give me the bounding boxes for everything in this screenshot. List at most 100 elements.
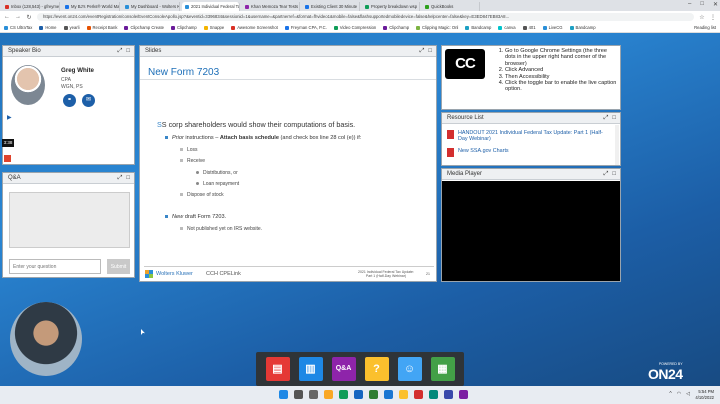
bookmark-item[interactable]: Awesome Screenshot — [231, 25, 278, 30]
taskbar: ^ ◠ ◁ 5:54 PM 4/10/2022 — [0, 386, 720, 404]
mail-icon[interactable]: ✉ — [82, 94, 95, 107]
bookmark-item[interactable]: LiveCG — [542, 25, 563, 30]
bookmark-item[interactable]: Home — [39, 25, 57, 30]
reading-list[interactable]: Reading list — [694, 25, 716, 30]
bookmark-item[interactable]: Clipchamp Create — [124, 25, 164, 30]
slide-subitem: Loan repayment — [196, 181, 239, 187]
back-icon[interactable]: ← — [4, 14, 10, 20]
resource-item[interactable]: HANDOUT 2021 Individual Federal Tax Upda… — [447, 130, 612, 142]
window-icon[interactable]: □ — [612, 113, 616, 124]
submit-button[interactable]: Submit — [107, 259, 130, 274]
app-icon[interactable] — [399, 390, 408, 399]
bookmark-item[interactable]: Bandcamp — [569, 25, 596, 30]
play-icon[interactable]: ▶ — [7, 114, 12, 121]
bookmark-item[interactable]: Receipt Bank — [86, 25, 117, 30]
tab-favicon-icon — [125, 4, 129, 9]
window-icon[interactable]: □ — [126, 173, 130, 184]
bookmark-icon — [465, 25, 470, 30]
browser-tab[interactable]: Existing Client 30 Minute — [302, 2, 360, 11]
reload-icon[interactable]: ↻ — [26, 14, 32, 21]
browser-tab[interactable]: 2021 Individual Federal Ta — [182, 2, 240, 11]
window-icon[interactable]: □ — [428, 46, 432, 57]
star-icon[interactable]: ☆ — [699, 14, 705, 21]
resource-item[interactable]: New SSA.gov Charts — [447, 148, 612, 157]
app-icon[interactable] — [429, 390, 438, 399]
browser-tab[interactable]: Property breakdown wsp — [362, 2, 420, 11]
task-view-icon[interactable] — [309, 390, 318, 399]
wifi-icon[interactable]: ◠ — [677, 391, 681, 397]
dock-speaker-button[interactable]: ▥ — [298, 357, 323, 381]
search-icon[interactable] — [294, 390, 303, 399]
dock-resources-button[interactable]: ▦ — [430, 357, 455, 381]
bookmark-item[interactable]: yearli — [63, 25, 80, 30]
clock[interactable]: 5:54 PM 4/10/2022 — [695, 389, 714, 400]
outlook-icon[interactable] — [354, 390, 363, 399]
dock-bio-button[interactable]: ☺ — [397, 357, 422, 381]
tab-label: My BJ's Perks® World Mast — [71, 4, 120, 9]
speaker-credential: CPA — [61, 77, 71, 83]
dock-qa-button[interactable]: Q&A — [331, 357, 356, 381]
video-area[interactable] — [442, 181, 620, 281]
dock-slides-button[interactable]: ▤ — [265, 357, 290, 381]
app-icon[interactable] — [414, 390, 423, 399]
panel-title: Q&A — [8, 175, 21, 181]
maximize-icon[interactable]: ⤢ — [118, 173, 123, 184]
stop-icon[interactable] — [4, 155, 11, 162]
dock-help-button[interactable]: ? — [364, 357, 389, 381]
maximize-icon[interactable]: ⤢ — [420, 46, 425, 57]
window-icon[interactable]: □ — [612, 169, 616, 180]
bullet-text: S corp shareholders would show their com… — [161, 120, 356, 129]
browser-tab[interactable]: My Dashboard - Wolters K — [122, 2, 180, 11]
chevron-up-icon[interactable]: ^ — [669, 391, 671, 397]
bookmark-item[interactable]: CS UltraTax — [4, 25, 32, 30]
app-icon[interactable] — [459, 390, 468, 399]
browser-tab[interactable]: QuickBooks — [422, 2, 480, 11]
app-icon[interactable] — [444, 390, 453, 399]
start-icon[interactable] — [279, 390, 288, 399]
tab-favicon-icon — [245, 4, 249, 9]
volume-icon[interactable]: ◁ — [686, 391, 690, 397]
maximize-icon[interactable]: ⤢ — [604, 113, 609, 124]
page-number: 21 — [426, 272, 430, 276]
browser-tab[interactable]: Khan Memoza Tear Tests — [242, 2, 300, 11]
scrollbar[interactable] — [615, 125, 619, 165]
minimize-icon[interactable]: – — [688, 1, 691, 8]
chrome-icon[interactable] — [339, 390, 348, 399]
speaker-bio-panel: Speaker Bio ⤢ □ Greg White CPA WGN, PS ⚭ … — [2, 45, 135, 165]
bookmark-item[interactable]: Clipchamp — [383, 25, 409, 30]
question-input[interactable] — [9, 259, 101, 274]
bookmark-item[interactable]: Bandcamp — [465, 25, 491, 30]
maximize-icon[interactable]: ⤢ — [118, 46, 123, 57]
bookmark-item[interactable]: Clipping Magic: Onl — [416, 25, 458, 30]
url-field[interactable]: https://event.on24.com/eventRegistration… — [37, 13, 694, 21]
wolters-kluwer-logo: Wolters Kluwer — [145, 270, 193, 278]
bookmark-item[interactable]: Video Compression — [333, 25, 376, 30]
bookmark-item[interactable]: canva — [498, 25, 516, 30]
browser-tab[interactable]: My BJ's Perks® World Mast — [62, 2, 120, 11]
step: Click the toggle bar to enable the live … — [505, 80, 618, 93]
forward-icon[interactable]: → — [15, 14, 21, 20]
bookmark-item[interactable]: Snappe — [203, 25, 224, 30]
tab-label: Existing Client 30 Minute — [311, 4, 358, 9]
close-icon[interactable]: ✕ — [713, 1, 718, 8]
mouse-cursor-icon — [141, 329, 145, 335]
slide-bullet: SS corp shareholders would show their co… — [157, 120, 356, 129]
bookmark-item[interactable]: 401 — [522, 25, 536, 30]
file-explorer-icon[interactable] — [324, 390, 333, 399]
slide-item: Loss — [180, 147, 198, 153]
maximize-icon[interactable]: □ — [700, 1, 704, 8]
elapsed-time: 3:38 — [2, 139, 14, 147]
window-icon[interactable]: □ — [126, 46, 130, 57]
bookmark-icon — [522, 25, 527, 30]
tab-favicon-icon — [305, 4, 309, 9]
bookmark-item[interactable]: Clipchamp — [170, 25, 197, 30]
bookmark-item[interactable]: Freyman CPA, P.C. — [284, 25, 327, 30]
browser-tab[interactable]: Inbox (128,543) - gfreyme — [2, 2, 60, 11]
maximize-icon[interactable]: ⤢ — [604, 169, 609, 180]
word-icon[interactable] — [384, 390, 393, 399]
step: Go to Google Chrome Settings (the three … — [505, 48, 618, 67]
excel-icon[interactable] — [369, 390, 378, 399]
link-icon[interactable]: ⚭ — [63, 94, 76, 107]
browser-tab-bar: Inbox (128,543) - gfreyme My BJ's Perks® … — [0, 0, 720, 11]
menu-icon[interactable]: ⋮ — [710, 14, 716, 21]
